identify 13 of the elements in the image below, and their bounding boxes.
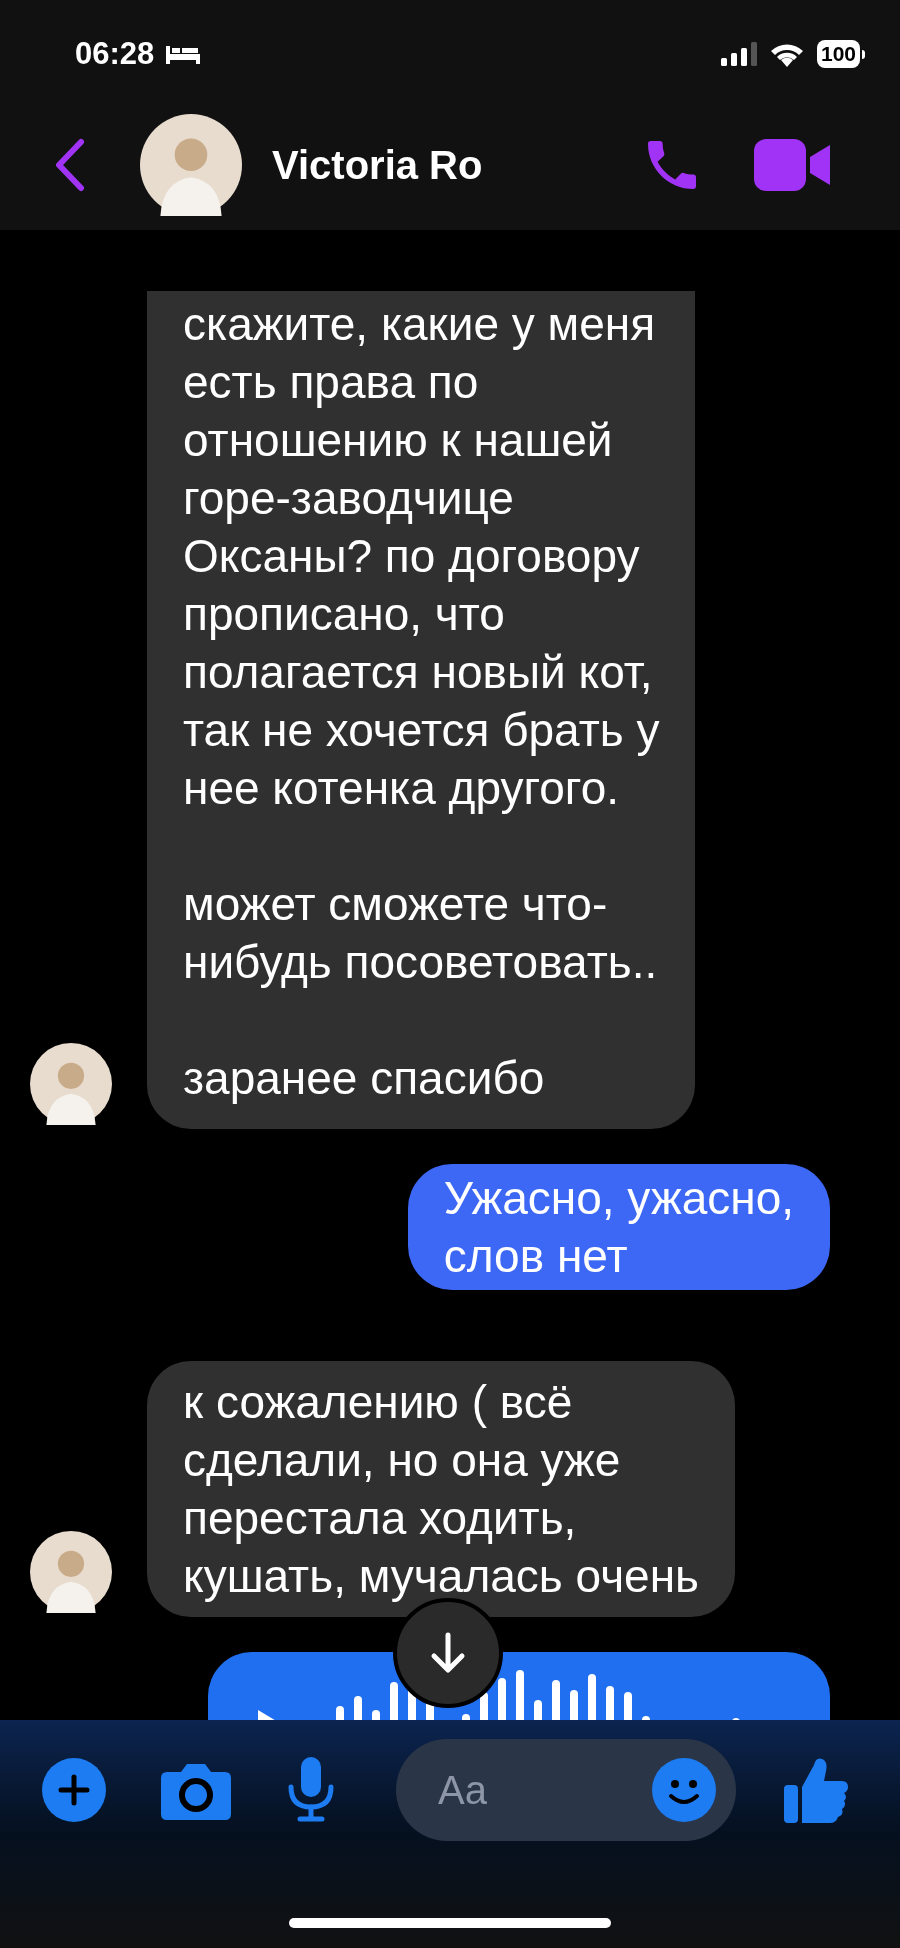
message-input[interactable]: Aa [438, 1760, 652, 1820]
message-bubble: к сожалению ( всё сделали, но она уже перестала ходить, кушать, мучалась очень [147, 1361, 736, 1617]
status-time: 06:28 [75, 34, 155, 73]
thumbs-up-icon[interactable] [784, 1757, 848, 1823]
video-camera-icon[interactable] [754, 139, 830, 191]
battery-level: 100 [816, 40, 860, 68]
emoji-icon[interactable] [652, 1758, 716, 1822]
signal-icon [720, 42, 757, 66]
contact-name[interactable]: Victoria Ro [272, 135, 483, 195]
message-bubble: Ужасно, ужасно, слов нет [407, 1164, 830, 1290]
microphone-icon[interactable] [286, 1757, 336, 1823]
message-field[interactable]: Aa [396, 1739, 736, 1841]
message-bubble: скажите, какие у меня есть права по отношению к нашей горе-заводчице Оксаны? по договору прописано, что полагается новый кот, так не хочется брать у нее котенка другого. может сможете что- нибудь посоветовать.. заранее спасибо [147, 291, 696, 1129]
